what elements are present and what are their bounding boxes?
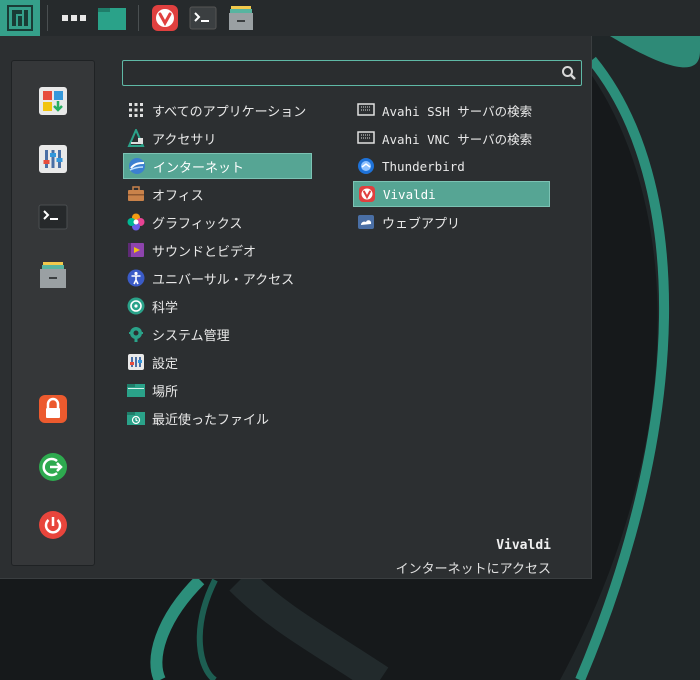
selected-app-description: インターネットにアクセス xyxy=(395,562,551,577)
places-icon xyxy=(126,380,146,400)
app-web-app[interactable]: ウェブアプリ xyxy=(353,209,460,235)
category-all-apps[interactable]: すべてのアプリケーション xyxy=(123,97,306,123)
category-label: 科学 xyxy=(152,300,179,316)
category-label: グラフィックス xyxy=(152,216,243,232)
app-avahi-ssh[interactable]: Avahi SSH サーバの検索 xyxy=(353,97,532,123)
settings-panel-icon xyxy=(39,145,67,173)
category-label: すべてのアプリケーション xyxy=(152,104,307,120)
selected-app-name: Vivaldi xyxy=(496,538,551,553)
graphics-icon xyxy=(126,212,146,232)
panel-separator xyxy=(47,5,48,31)
app-label: Vivaldi xyxy=(383,186,436,202)
search-icon[interactable] xyxy=(560,64,578,82)
terminal-icon xyxy=(189,6,217,30)
files-icon xyxy=(229,6,253,30)
category-accessories[interactable]: アクセサリ xyxy=(123,125,216,151)
software-manager-button[interactable] xyxy=(35,83,71,119)
office-icon xyxy=(126,184,146,204)
app-avahi-vnc[interactable]: Avahi VNC サーバの検索 xyxy=(353,125,532,151)
settings-panel-button[interactable] xyxy=(35,141,71,177)
folder-icon xyxy=(98,8,126,30)
all-apps-icon xyxy=(126,100,146,120)
category-label: オフィス xyxy=(152,188,204,204)
multimedia-icon xyxy=(126,240,146,260)
lock-icon xyxy=(39,395,67,423)
category-label: 最近使ったファイル xyxy=(152,412,270,428)
vivaldi-icon xyxy=(357,184,377,204)
application-menu: すべてのアプリケーション アクセサリ インターネット オフィス グラフィックス … xyxy=(0,36,592,579)
app-thunderbird[interactable]: Thunderbird xyxy=(353,153,465,179)
internet-icon xyxy=(127,156,147,176)
files-launcher[interactable] xyxy=(222,0,260,36)
category-accessibility[interactable]: ユニバーサル・アクセス xyxy=(123,265,294,291)
network-icon xyxy=(356,128,376,148)
software-icon xyxy=(39,87,67,115)
terminal-button[interactable] xyxy=(35,199,71,235)
logout-button[interactable] xyxy=(35,449,71,485)
category-label: 設定 xyxy=(152,356,179,372)
grid-dots-icon xyxy=(62,15,86,21)
manjaro-logo-icon xyxy=(7,5,33,31)
files-icon xyxy=(40,262,66,288)
thunderbird-icon xyxy=(356,156,376,176)
favorites-sidebar xyxy=(11,60,95,566)
vivaldi-icon xyxy=(152,5,178,31)
category-graphics[interactable]: グラフィックス xyxy=(123,209,242,235)
category-label: ユニバーサル・アクセス xyxy=(152,272,295,288)
power-icon xyxy=(39,511,67,539)
category-label: システム管理 xyxy=(152,328,230,344)
terminal-launcher[interactable] xyxy=(184,0,222,36)
file-manager-launcher[interactable] xyxy=(93,0,131,36)
accessibility-icon xyxy=(126,268,146,288)
logout-icon xyxy=(39,453,67,481)
science-icon xyxy=(126,296,146,316)
accessories-icon xyxy=(126,128,146,148)
power-button[interactable] xyxy=(35,507,71,543)
recent-files-icon xyxy=(126,408,146,428)
application-menu-button[interactable] xyxy=(0,0,40,36)
web-app-icon xyxy=(356,212,376,232)
category-office[interactable]: オフィス xyxy=(123,181,204,207)
vivaldi-launcher[interactable] xyxy=(146,0,184,36)
files-button[interactable] xyxy=(35,257,71,293)
top-panel xyxy=(0,0,700,36)
category-places[interactable]: 場所 xyxy=(123,377,178,403)
category-system-admin[interactable]: システム管理 xyxy=(123,321,230,347)
app-label: Avahi VNC サーバの検索 xyxy=(382,131,533,147)
network-icon xyxy=(356,100,376,120)
category-recent-files[interactable]: 最近使ったファイル xyxy=(123,405,269,431)
app-label: Thunderbird xyxy=(382,158,465,174)
workspace-switcher[interactable] xyxy=(55,0,93,36)
category-label: サウンドとビデオ xyxy=(152,244,257,260)
category-multimedia[interactable]: サウンドとビデオ xyxy=(123,237,256,263)
system-admin-icon xyxy=(126,324,146,344)
app-label: ウェブアプリ xyxy=(382,216,461,232)
terminal-icon xyxy=(38,204,68,230)
app-vivaldi[interactable]: Vivaldi xyxy=(353,181,550,207)
category-science[interactable]: 科学 xyxy=(123,293,178,319)
panel-separator xyxy=(138,5,139,31)
search-input[interactable] xyxy=(122,60,582,86)
category-label: 場所 xyxy=(152,384,179,400)
category-label: アクセサリ xyxy=(152,132,217,148)
settings-icon xyxy=(126,352,146,372)
app-label: Avahi SSH サーバの検索 xyxy=(382,103,533,119)
category-settings[interactable]: 設定 xyxy=(123,349,178,375)
category-internet[interactable]: インターネット xyxy=(123,153,312,179)
lock-screen-button[interactable] xyxy=(35,391,71,427)
category-label: インターネット xyxy=(153,160,245,176)
